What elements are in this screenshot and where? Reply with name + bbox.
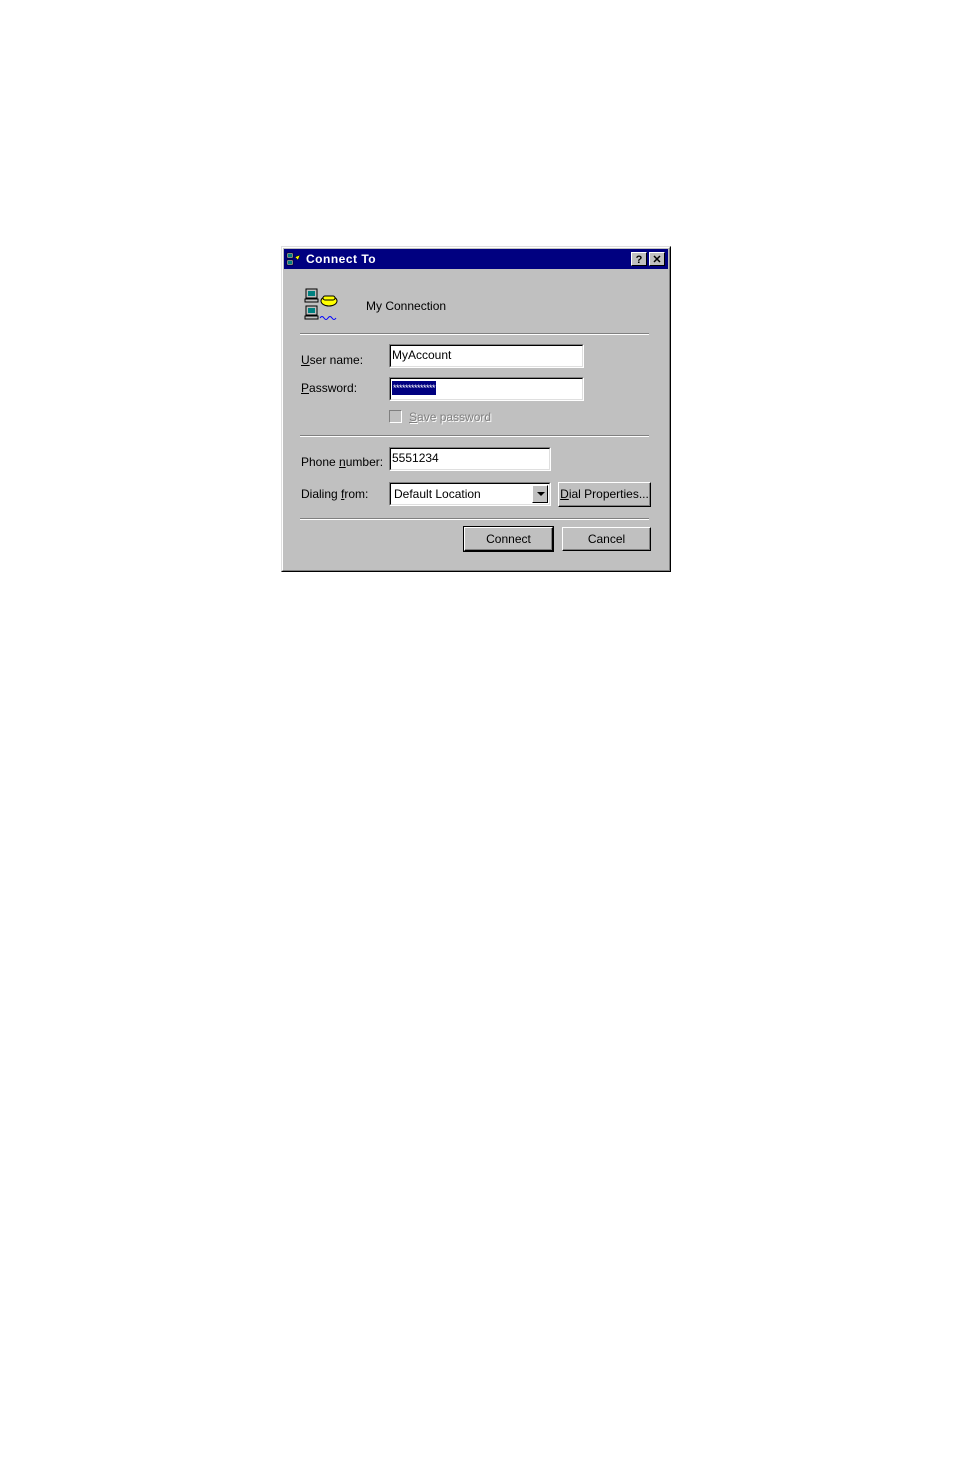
password-label: Password: bbox=[301, 381, 358, 395]
username-label: User name: bbox=[301, 353, 364, 367]
dialing-from-select[interactable]: Default Location bbox=[389, 482, 551, 506]
dial-properties-button[interactable]: Dial Properties... bbox=[558, 482, 651, 507]
separator bbox=[300, 435, 649, 437]
connection-name: My Connection bbox=[366, 299, 447, 313]
password-input[interactable]: ************** bbox=[389, 377, 584, 401]
password-selected-value: ************** bbox=[392, 381, 437, 395]
connect-button[interactable]: Connect bbox=[463, 526, 554, 552]
save-password-checkbox[interactable] bbox=[389, 410, 402, 423]
help-button[interactable]: ? bbox=[631, 252, 647, 266]
dialog-title: Connect To bbox=[306, 252, 377, 266]
username-value: MyAccount bbox=[392, 348, 452, 362]
title-bar[interactable]: Connect To ? ✕ bbox=[284, 249, 668, 269]
username-input[interactable]: MyAccount bbox=[389, 344, 584, 368]
save-password-label: Save password bbox=[409, 410, 492, 424]
close-button[interactable]: ✕ bbox=[649, 252, 665, 266]
dialing-from-value: Default Location bbox=[394, 487, 481, 501]
connection-computers-icon bbox=[304, 288, 338, 320]
phone-number-label: Phone number: bbox=[301, 455, 384, 469]
phone-number-input[interactable]: 5551234 bbox=[389, 447, 551, 471]
connect-to-dialog: Connect To ? ✕ My Connection User name: … bbox=[281, 246, 671, 572]
chevron-down-icon[interactable] bbox=[532, 485, 548, 503]
separator bbox=[300, 333, 649, 335]
phone-number-value: 5551234 bbox=[392, 451, 439, 465]
separator bbox=[300, 518, 649, 520]
dialing-from-label: Dialing from: bbox=[301, 487, 369, 501]
cancel-button[interactable]: Cancel bbox=[562, 527, 651, 551]
dial-up-networking-icon bbox=[286, 252, 301, 266]
